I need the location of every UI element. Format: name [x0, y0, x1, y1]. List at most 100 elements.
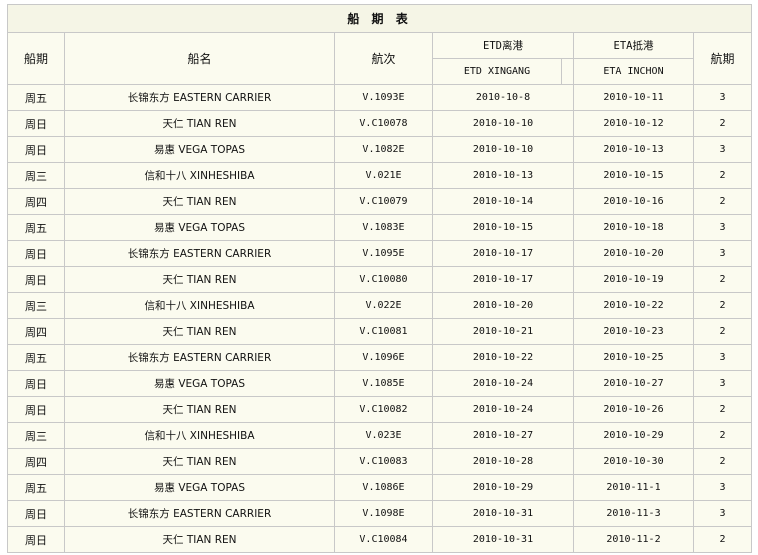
- cell-voyage: V.023E: [334, 422, 433, 449]
- cell-voyage: V.1082E: [334, 136, 433, 163]
- header-eta: ETA抵港: [573, 32, 694, 59]
- table-row: 周日 天仁 TIAN REN V.C10082 2010-10-24 2010-10-2…: [7, 396, 753, 423]
- cell-ship-name: 天仁 TIAN REN: [64, 188, 335, 215]
- cell-eta: 2010-10-22: [573, 292, 694, 319]
- cell-eta: 2010-10-11: [573, 84, 694, 111]
- cell-duration: 2: [692, 318, 753, 345]
- cell-etd: 2010-10-14: [432, 188, 574, 215]
- cell-day: 周五: [7, 474, 65, 501]
- cell-eta: 2010-10-19: [573, 266, 694, 293]
- cell-duration: 2: [692, 526, 753, 553]
- table-title: 船 期 表: [6, 4, 753, 33]
- cell-voyage: V.C10083: [334, 448, 433, 475]
- cell-etd: 2010-10-24: [432, 396, 574, 423]
- cell-ship-name: 天仁 TIAN REN: [64, 526, 335, 553]
- cell-duration: 3: [692, 84, 753, 111]
- cell-ship-name: 天仁 TIAN REN: [64, 318, 335, 345]
- cell-etd: 2010-10-10: [432, 136, 574, 163]
- cell-etd: 2010-10-29: [432, 474, 574, 501]
- table-row: 周日 易惠 VEGA TOPAS V.1085E 2010-10-24 2010-10-…: [7, 370, 753, 397]
- cell-voyage: V.1083E: [334, 214, 433, 241]
- cell-day: 周五: [7, 344, 65, 371]
- cell-eta: 2010-10-23: [573, 318, 694, 345]
- cell-duration: 2: [692, 162, 753, 189]
- header-spacer: [561, 58, 574, 85]
- cell-etd: 2010-10-8: [432, 84, 574, 111]
- cell-ship-name: 天仁 TIAN REN: [64, 266, 335, 293]
- cell-etd: 2010-10-15: [432, 214, 574, 241]
- cell-duration: 3: [692, 500, 753, 527]
- table-row: 周日 易惠 VEGA TOPAS V.1082E 2010-10-10 2010-10-…: [7, 136, 753, 163]
- cell-day: 周三: [7, 162, 65, 189]
- shipping-schedule-table: 船 期 表 船期 船名 航次 ETD离港 ETA抵港 航期 ETD XINGAN…: [6, 4, 753, 553]
- cell-day: 周五: [7, 84, 65, 111]
- cell-eta: 2010-11-1: [573, 474, 694, 501]
- cell-voyage: V.1085E: [334, 370, 433, 397]
- table-row: 周日 长锦东方 EASTERN CARRIER V.1098E 2010-10-31 2…: [7, 500, 753, 527]
- table-row: 周四 天仁 TIAN REN V.C10083 2010-10-28 2010-10-3…: [7, 448, 753, 475]
- cell-etd: 2010-10-17: [432, 240, 574, 267]
- cell-duration: 2: [692, 448, 753, 475]
- cell-etd: 2010-10-31: [432, 526, 574, 553]
- table-row: 周三 信和十八 XINHESHIBA V.022E 2010-10-20 2010-10…: [7, 292, 753, 319]
- cell-day: 周日: [7, 526, 65, 553]
- table-row: 周五 长锦东方 EASTERN CARRIER V.1093E 2010-10-8 20…: [7, 84, 753, 111]
- cell-duration: 2: [692, 110, 753, 137]
- cell-eta: 2010-10-18: [573, 214, 694, 241]
- cell-voyage: V.C10084: [334, 526, 433, 553]
- cell-day: 周三: [7, 422, 65, 449]
- cell-eta: 2010-10-25: [573, 344, 694, 371]
- cell-etd: 2010-10-20: [432, 292, 574, 319]
- table-row: 周四 天仁 TIAN REN V.C10081 2010-10-21 2010-10-2…: [7, 318, 753, 345]
- header-ship-name: 船名: [64, 32, 335, 85]
- header-eta-port: ETA INCHON: [573, 58, 694, 85]
- header-voyage: 航次: [334, 32, 433, 85]
- cell-ship-name: 易惠 VEGA TOPAS: [64, 214, 335, 241]
- cell-day: 周四: [7, 188, 65, 215]
- cell-duration: 3: [692, 370, 753, 397]
- cell-day: 周日: [7, 136, 65, 163]
- cell-day: 周四: [7, 448, 65, 475]
- cell-ship-name: 长锦东方 EASTERN CARRIER: [64, 84, 335, 111]
- schedule-rows: 周五 长锦东方 EASTERN CARRIER V.1093E 2010-10-8 20…: [7, 84, 753, 553]
- cell-ship-name: 信和十八 XINHESHIBA: [64, 162, 335, 189]
- cell-day: 周日: [7, 110, 65, 137]
- cell-eta: 2010-10-30: [573, 448, 694, 475]
- cell-etd: 2010-10-21: [432, 318, 574, 345]
- cell-voyage: V.C10079: [334, 188, 433, 215]
- cell-duration: 2: [692, 266, 753, 293]
- cell-voyage: V.1095E: [334, 240, 433, 267]
- cell-eta: 2010-10-29: [573, 422, 694, 449]
- cell-eta: 2010-10-16: [573, 188, 694, 215]
- cell-eta: 2010-10-26: [573, 396, 694, 423]
- cell-day: 周三: [7, 292, 65, 319]
- cell-duration: 2: [692, 188, 753, 215]
- table-row: 周五 易惠 VEGA TOPAS V.1083E 2010-10-15 2010-10-…: [7, 214, 753, 241]
- cell-day: 周四: [7, 318, 65, 345]
- cell-ship-name: 易惠 VEGA TOPAS: [64, 370, 335, 397]
- cell-eta: 2010-11-3: [573, 500, 694, 527]
- cell-voyage: V.C10081: [334, 318, 433, 345]
- cell-voyage: V.1096E: [334, 344, 433, 371]
- cell-eta: 2010-10-20: [573, 240, 694, 267]
- cell-ship-name: 易惠 VEGA TOPAS: [64, 136, 335, 163]
- table-row: 周五 长锦东方 EASTERN CARRIER V.1096E 2010-10-22 2…: [7, 344, 753, 371]
- cell-duration: 3: [692, 344, 753, 371]
- cell-etd: 2010-10-22: [432, 344, 574, 371]
- header-duration: 航期: [692, 32, 753, 85]
- cell-ship-name: 天仁 TIAN REN: [64, 110, 335, 137]
- schedule-container: 船 期 表 船期 船名 航次 ETD离港 ETA抵港 航期 ETD XINGAN…: [6, 4, 753, 553]
- cell-ship-name: 信和十八 XINHESHIBA: [64, 422, 335, 449]
- cell-ship-name: 天仁 TIAN REN: [64, 396, 335, 423]
- cell-voyage: V.C10078: [334, 110, 433, 137]
- cell-ship-name: 长锦东方 EASTERN CARRIER: [64, 500, 335, 527]
- cell-duration: 3: [692, 214, 753, 241]
- cell-etd: 2010-10-28: [432, 448, 574, 475]
- cell-etd: 2010-10-24: [432, 370, 574, 397]
- table-row: 周日 天仁 TIAN REN V.C10078 2010-10-10 2010-10-1…: [7, 110, 753, 137]
- cell-ship-name: 长锦东方 EASTERN CARRIER: [64, 240, 335, 267]
- cell-ship-name: 信和十八 XINHESHIBA: [64, 292, 335, 319]
- header-etd-port: ETD XINGANG: [432, 58, 562, 85]
- cell-day: 周日: [7, 500, 65, 527]
- cell-etd: 2010-10-27: [432, 422, 574, 449]
